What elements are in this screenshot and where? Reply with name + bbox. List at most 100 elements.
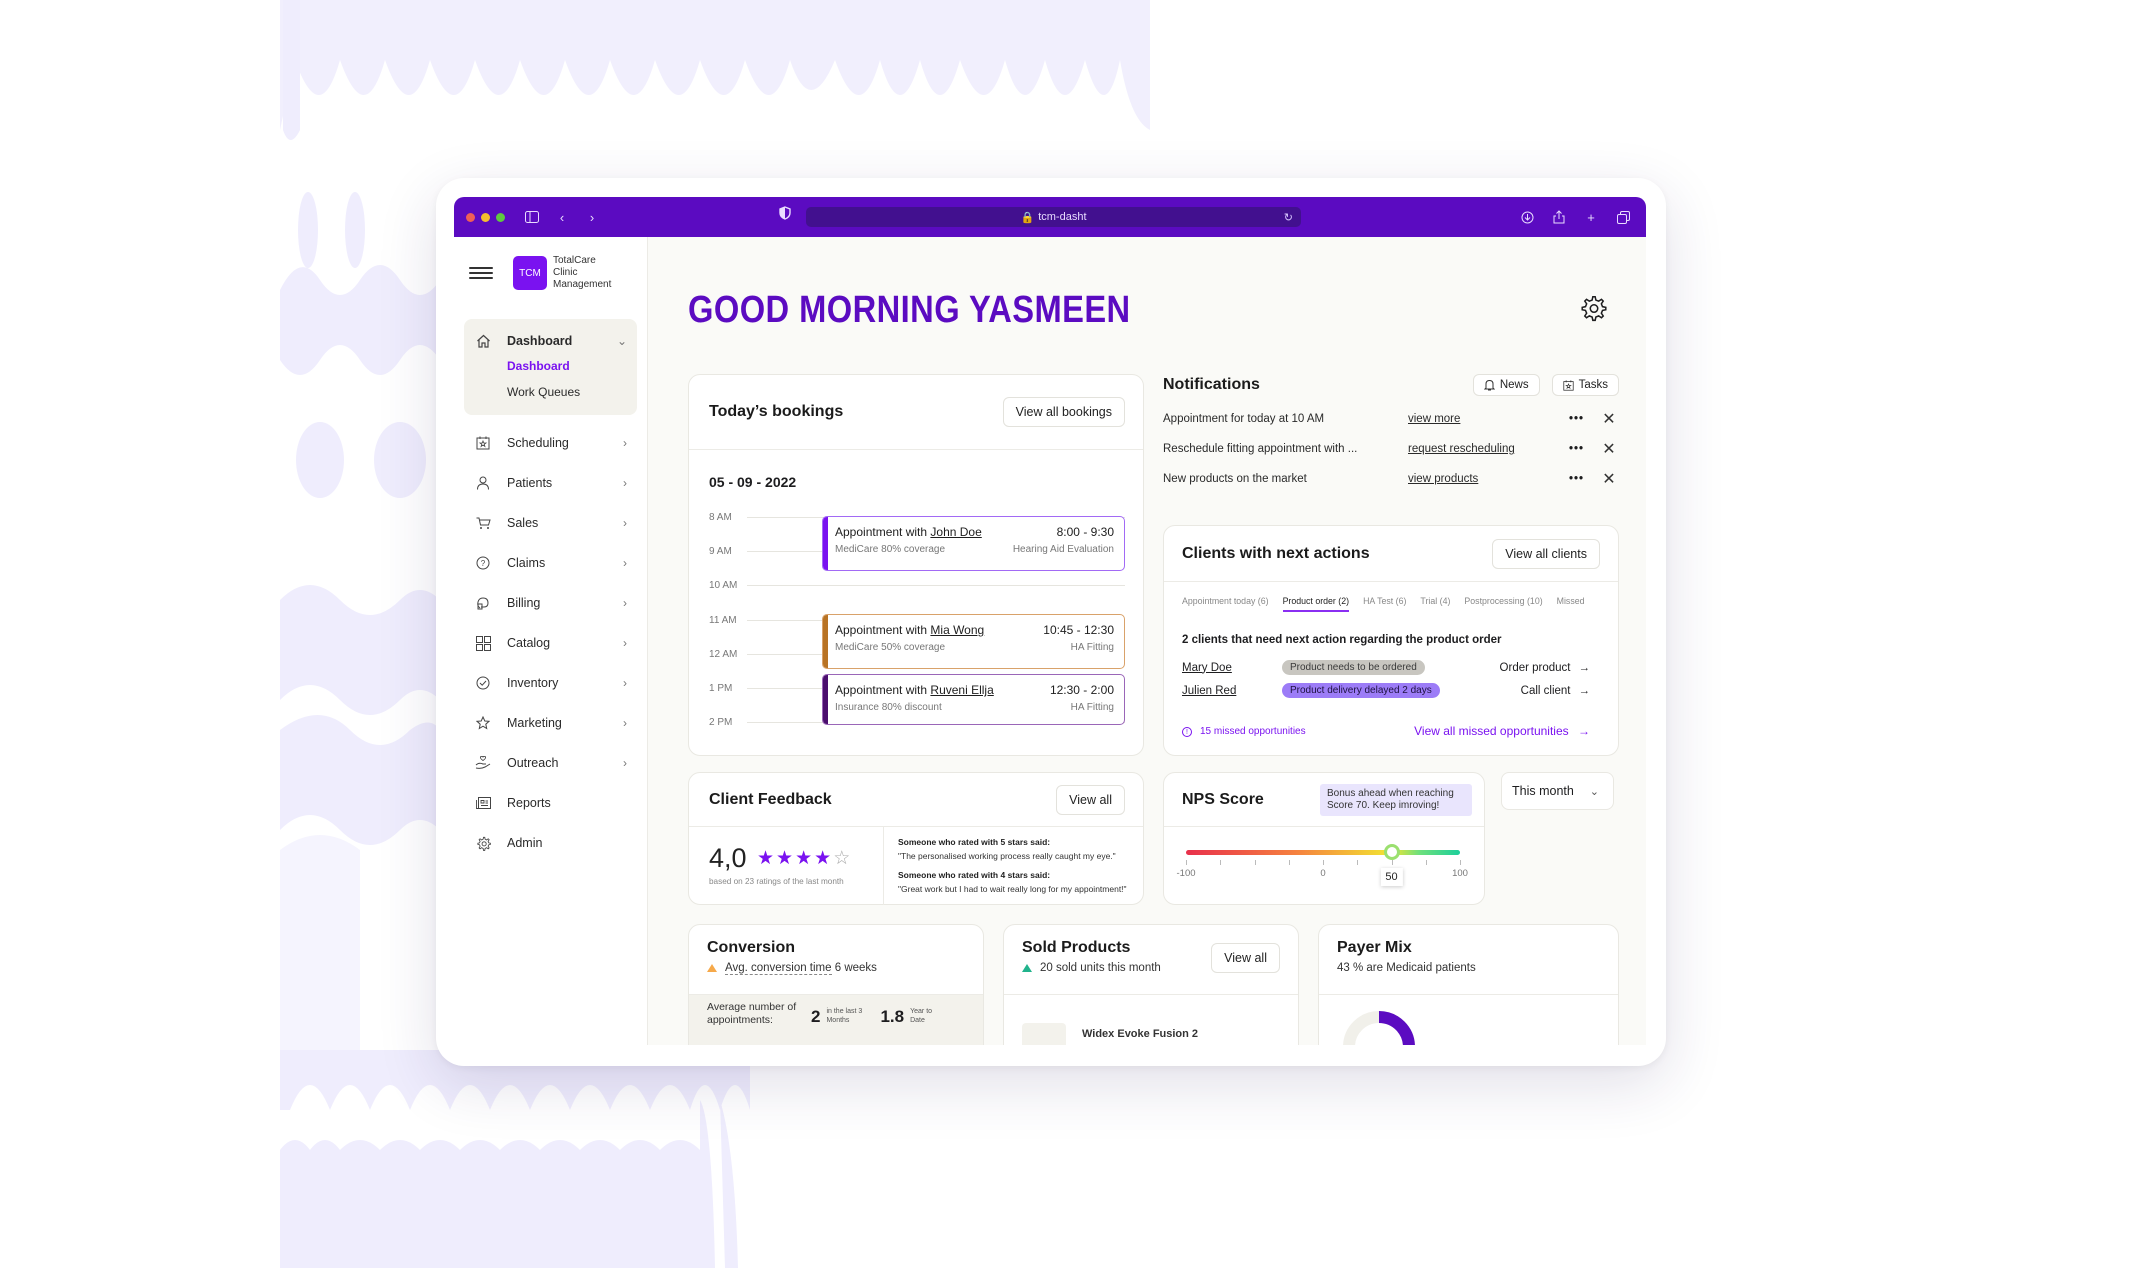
chevron-right-icon: ›	[623, 476, 627, 490]
info-icon: !	[1182, 726, 1192, 737]
minimize-window-button[interactable]	[481, 212, 490, 222]
appointment-card[interactable]: Appointment with Ruveni Ellja 12:30 - 2:0…	[822, 674, 1125, 725]
download-icon[interactable]	[1516, 206, 1538, 228]
clients-subtitle: 2 clients that need next action regardin…	[1182, 634, 1502, 646]
conversion-title: Conversion	[707, 939, 796, 956]
sidebar-item-sales[interactable]: Sales ›	[464, 503, 637, 543]
appointment-card[interactable]: Appointment with Mia Wong 10:45 - 12:30 M…	[822, 614, 1125, 669]
address-bar[interactable]: 🔒 tcm-dasht ↻	[806, 207, 1301, 227]
nps-min-label: -100	[1176, 868, 1196, 879]
warning-triangle-icon	[707, 964, 717, 972]
sidebar-item-reports[interactable]: Reports	[464, 783, 637, 823]
tab-trial[interactable]: Trial (4)	[1420, 596, 1450, 612]
sidebar-item-patients[interactable]: Patients ›	[464, 463, 637, 503]
quote-title: Someone who rated with 5 stars said:	[898, 837, 1051, 847]
sidebar-toggle-icon[interactable]	[521, 206, 543, 228]
close-icon[interactable]: ✕	[1599, 409, 1619, 429]
avg-appointments-label: Average number of appointments:	[707, 1001, 797, 1026]
conversion-time-link[interactable]: Avg. conversion time	[725, 962, 832, 975]
avg-last-3-months: 2	[811, 1007, 821, 1026]
tab-missed[interactable]: Missed	[1557, 596, 1585, 612]
client-name-link[interactable]: Mary Doe	[1182, 662, 1282, 674]
sidebar-item-admin[interactable]: Admin	[464, 823, 637, 863]
nps-ticks	[1186, 860, 1461, 866]
new-tab-icon[interactable]: +	[1580, 206, 1602, 228]
appointment-time: 8:00 - 9:30	[1056, 525, 1114, 539]
sidebar-item-claims[interactable]: ? Claims ›	[464, 543, 637, 583]
calendar-star-icon	[1562, 379, 1574, 391]
product-name[interactable]: Widex Evoke Fusion 2	[1082, 1028, 1198, 1040]
forward-icon[interactable]: ›	[581, 206, 603, 228]
close-icon[interactable]: ✕	[1599, 439, 1619, 459]
more-options-icon[interactable]: •••	[1569, 443, 1599, 455]
arrow-right-icon: →	[1578, 684, 1591, 697]
tasks-button[interactable]: Tasks	[1551, 374, 1619, 396]
chevron-down-icon[interactable]: ⌄	[617, 334, 627, 348]
patient-link[interactable]: Mia Wong	[930, 623, 984, 637]
maximize-window-button[interactable]	[496, 212, 505, 222]
sidebar-item-inventory[interactable]: Inventory ›	[464, 663, 637, 703]
sidebar-item-scheduling[interactable]: Scheduling ›	[464, 423, 637, 463]
sidebar-item-marketing[interactable]: Marketing ›	[464, 703, 637, 743]
close-window-button[interactable]	[466, 212, 475, 222]
sidebar-subitem-dashboard[interactable]: Dashboard	[474, 353, 627, 379]
nps-tick	[1254, 860, 1256, 865]
settings-gear-icon[interactable]	[1580, 295, 1608, 323]
view-all-clients-button[interactable]: View all clients	[1492, 538, 1600, 569]
sidebar-item-catalog[interactable]: Catalog ›	[464, 623, 637, 663]
menu-icon[interactable]	[469, 267, 493, 279]
notification-link[interactable]: view products	[1408, 473, 1569, 485]
lock-icon: 🔒	[1020, 211, 1035, 224]
patient-link[interactable]: John Doe	[930, 525, 981, 539]
browser-toolbar: ‹ › 🔒 tcm-dasht ↻ +	[454, 197, 1646, 237]
chevron-down-icon: ⌄	[1589, 785, 1599, 798]
nps-scale: -100 0 100 50	[1176, 844, 1468, 886]
notification-item: Reschedule fitting appointment with ... …	[1163, 434, 1619, 464]
tab-overview-icon[interactable]	[1612, 206, 1634, 228]
star-icon	[474, 714, 492, 732]
view-all-bookings-button[interactable]: View all bookings	[1002, 397, 1125, 427]
back-icon[interactable]: ‹	[551, 206, 573, 228]
view-all-products-button[interactable]: View all	[1211, 943, 1280, 973]
patient-link[interactable]: Ruveni Ellja	[930, 683, 993, 697]
bookings-card: Today’s bookings View all bookings 05 - …	[688, 374, 1144, 756]
news-button[interactable]: News	[1472, 374, 1540, 396]
hand-heart-icon	[474, 754, 492, 772]
sidebar-item-billing[interactable]: Billing ›	[464, 583, 637, 623]
more-options-icon[interactable]: •••	[1569, 473, 1599, 485]
star-filled-icon: ★	[757, 848, 777, 869]
clients-tabs: Appointment today (6) Product order (2) …	[1164, 582, 1618, 612]
notification-item: New products on the market view products…	[1163, 464, 1619, 494]
call-client-action[interactable]: Call client →	[1521, 685, 1590, 697]
appointment-card[interactable]: Appointment with John Doe 8:00 - 9:30 Med…	[822, 516, 1125, 571]
notification-link[interactable]: view more	[1408, 413, 1569, 425]
conversion-card: Conversion Avg. conversion time 6 weeks …	[688, 924, 984, 1045]
close-icon[interactable]: ✕	[1599, 469, 1619, 489]
tab-ha-test[interactable]: HA Test (6)	[1363, 596, 1406, 612]
nps-tick	[1425, 860, 1427, 865]
chevron-right-icon: ›	[623, 436, 627, 450]
bell-icon	[1483, 379, 1495, 391]
sidebar-subitem-work-queues[interactable]: Work Queues	[474, 379, 627, 405]
period-select[interactable]: This month ⌄	[1501, 772, 1614, 810]
status-badge: Product needs to be ordered	[1282, 660, 1425, 675]
more-options-icon[interactable]: •••	[1569, 413, 1599, 425]
client-name-link[interactable]: Julien Red	[1182, 685, 1282, 697]
home-icon	[474, 332, 492, 350]
sidebar-item-dashboard[interactable]: Dashboard ⌄	[474, 329, 627, 353]
missed-opportunities-count: ! 15 missed opportunities	[1182, 726, 1306, 737]
notification-link[interactable]: request rescheduling	[1408, 443, 1569, 455]
view-all-missed-link[interactable]: View all missed opportunities →	[1414, 724, 1590, 738]
clients-card: Clients with next actions View all clien…	[1163, 525, 1619, 756]
tab-product-order[interactable]: Product order (2)	[1282, 596, 1350, 612]
nps-score-card: NPS Score Bonus ahead when reaching Scor…	[1163, 772, 1485, 905]
tab-appointment-today[interactable]: Appointment today (6)	[1182, 596, 1269, 612]
tab-postprocessing[interactable]: Postprocessing (10)	[1464, 596, 1542, 612]
star-filled-icon: ★	[776, 848, 796, 869]
reload-icon[interactable]: ↻	[1284, 211, 1293, 224]
view-all-feedback-button[interactable]: View all	[1056, 784, 1125, 815]
privacy-shield-icon[interactable]	[779, 206, 791, 225]
sidebar-item-outreach[interactable]: Outreach ›	[464, 743, 637, 783]
order-product-action[interactable]: Order product →	[1500, 662, 1590, 674]
share-icon[interactable]	[1548, 206, 1570, 228]
